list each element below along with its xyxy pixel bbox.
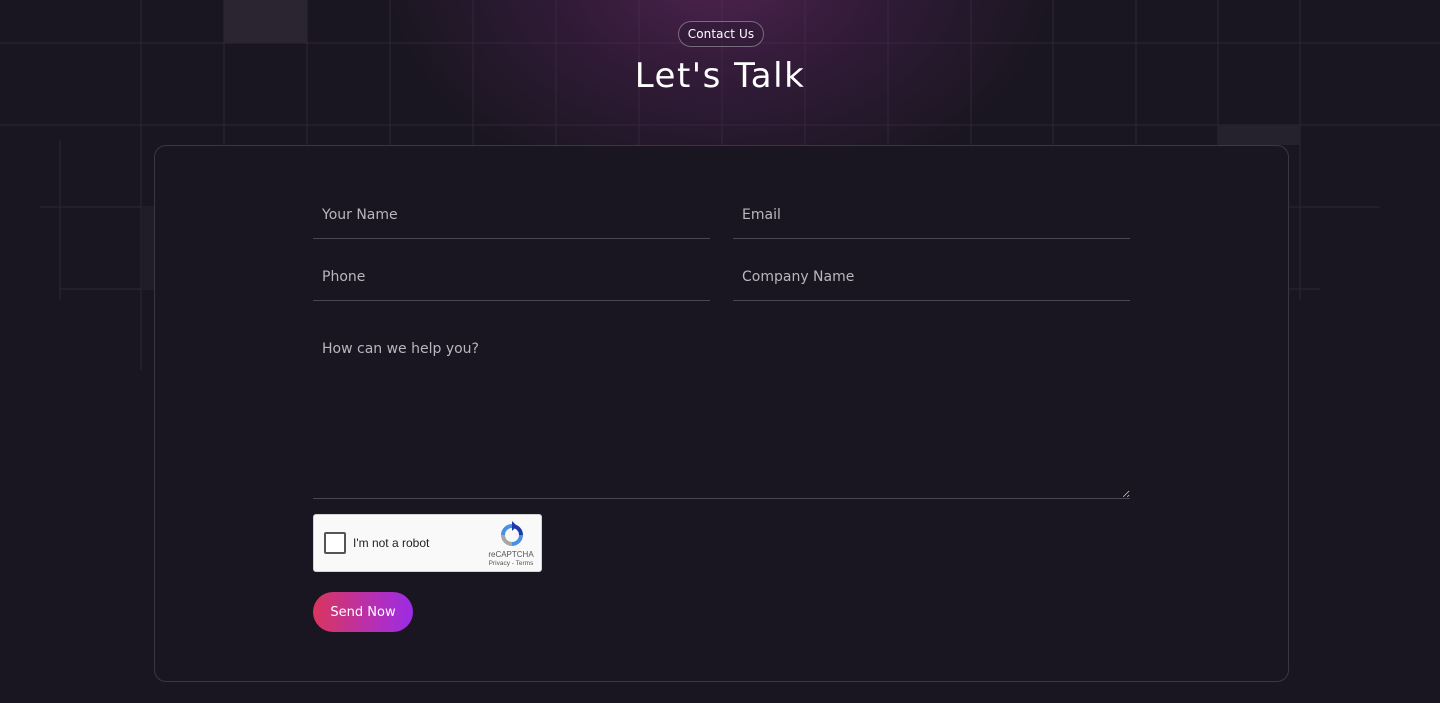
email-input[interactable] <box>733 192 1130 239</box>
recaptcha-brand: reCAPTCHA <box>488 550 534 559</box>
recaptcha-logo-icon <box>501 521 523 546</box>
recaptcha-label: I'm not a robot <box>353 536 430 550</box>
recaptcha-privacy-terms[interactable]: Privacy - Terms <box>482 560 540 567</box>
contact-us-badge: Contact Us <box>678 21 764 47</box>
message-textarea[interactable] <box>313 330 1130 499</box>
name-input[interactable] <box>313 192 710 239</box>
company-name-input[interactable] <box>733 254 1130 301</box>
recaptcha-widget: I'm not a robot reCAPTCHA Privacy - Term… <box>313 514 542 572</box>
page-title: Let's Talk <box>634 56 806 96</box>
contact-page: Contact Us Let's Talk I'm not a robot re… <box>0 0 1440 703</box>
phone-input[interactable] <box>313 254 710 301</box>
send-now-button[interactable]: Send Now <box>313 592 413 632</box>
recaptcha-checkbox[interactable] <box>324 532 346 554</box>
